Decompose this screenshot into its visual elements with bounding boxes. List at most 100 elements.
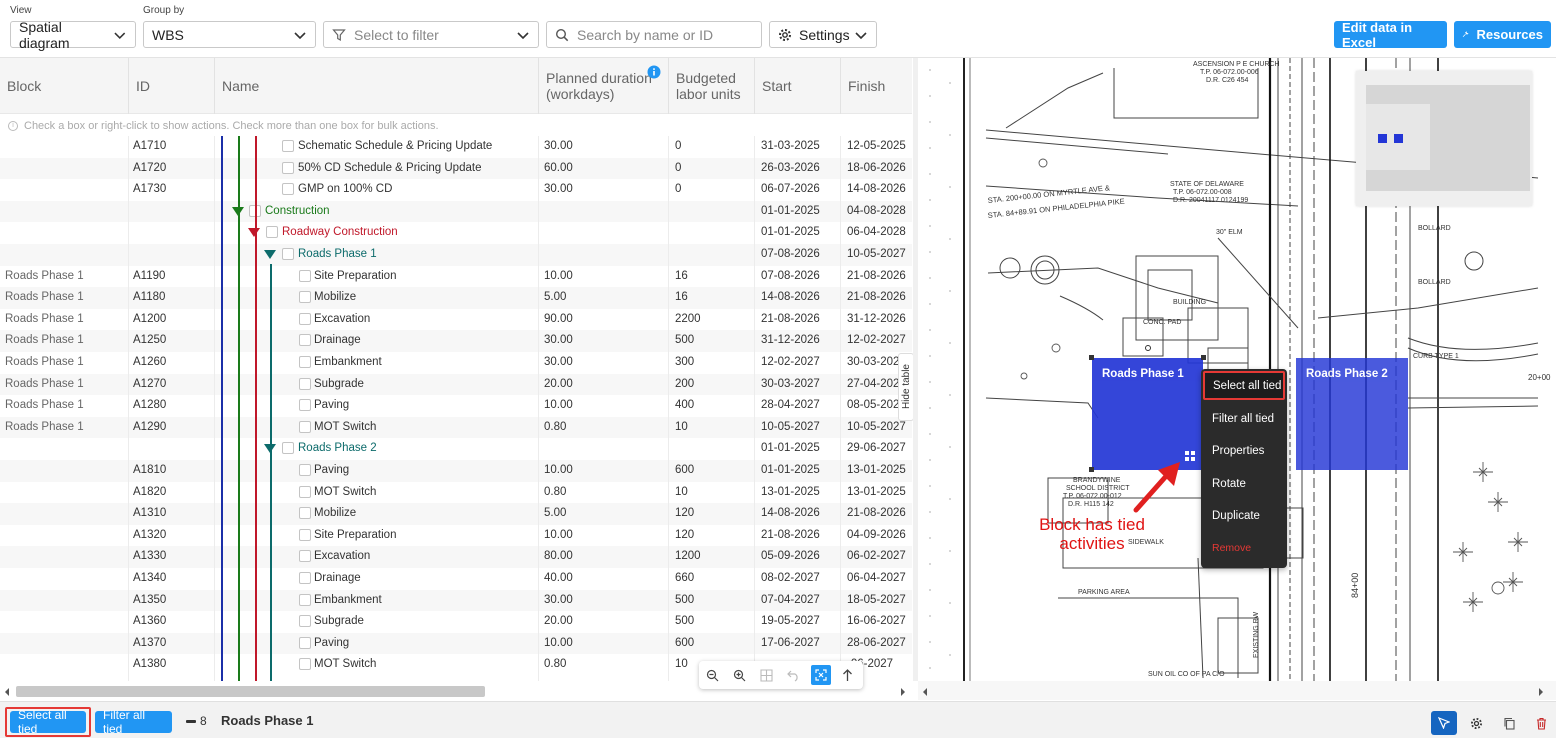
row-checkbox[interactable] [299,572,311,584]
row-checkbox[interactable] [282,183,294,196]
row-checkbox[interactable] [266,226,278,239]
grid-toggle-button[interactable] [753,661,780,689]
row-checkbox[interactable] [299,485,311,498]
row-checkbox[interactable] [299,291,311,304]
table-row[interactable]: A1710 Schematic Schedule & Pricing Update… [0,136,912,158]
scroll-left-icon[interactable] [3,687,11,697]
column-divider[interactable] [668,58,669,114]
table-row[interactable]: Roadway Construction 01-01-2025 06-04-2028 [0,222,912,244]
row-checkbox[interactable] [299,377,311,390]
table-row[interactable]: A1730 GMP on 100% CD 30.00 0 06-07-2026 14-08… [0,179,912,201]
table-row[interactable]: A1370 Paving 10.00 600 17-06-2027 28-06-2027 [0,632,912,655]
column-header-planned-duration[interactable]: Planned duration (workdays) [546,70,652,102]
expand-collapse-icon[interactable] [248,228,260,238]
scroll-left-icon[interactable] [921,687,929,697]
column-divider[interactable] [214,58,215,114]
filter-select[interactable]: Select to filter [323,21,539,48]
table-row[interactable]: Roads Phase 1 A1290 MOT Switch 0.80 10 10-05-… [0,416,912,439]
row-checkbox[interactable] [282,248,294,260]
canvas-horizontal-scrollbar[interactable] [918,681,1556,700]
column-header-finish[interactable]: Finish [848,78,885,94]
row-checkbox[interactable] [299,356,311,368]
menu-item-duplicate[interactable]: Duplicate [1212,510,1260,522]
row-checkbox[interactable] [282,442,294,455]
undo-button[interactable] [780,661,807,689]
minimap[interactable] [1356,71,1532,206]
row-checkbox[interactable] [299,528,311,541]
table-row[interactable]: A1310 Mobilize 5.00 120 14-08-2026 21-08-2026 [0,503,912,525]
row-checkbox[interactable] [299,269,311,282]
column-divider[interactable] [840,58,841,114]
column-header-start[interactable]: Start [762,78,792,94]
table-row[interactable]: A1330 Excavation 80.00 1200 05-09-2026 06-02-… [0,546,912,568]
zoom-out-button[interactable] [699,661,726,689]
row-checkbox[interactable] [299,312,311,325]
table-row[interactable]: Roads Phase 1 A1190 Site Preparation 10.00 1… [0,266,912,288]
settings-dropdown[interactable]: Settings [769,21,877,48]
resize-handle[interactable] [1089,355,1094,360]
table-row[interactable]: A1340 Drainage 40.00 660 08-02-2027 06-04-202… [0,568,912,590]
move-up-button[interactable] [834,661,861,689]
menu-item-rotate[interactable]: Rotate [1212,478,1246,490]
column-header-name[interactable]: Name [222,78,259,94]
edit-data-in-excel-button[interactable]: Edit data in Excel [1334,20,1447,50]
table-row[interactable]: Construction 01-01-2025 04-08-2028 [0,200,912,223]
resources-button[interactable]: Resources [1454,21,1551,48]
row-checkbox[interactable] [299,420,311,433]
row-checkbox[interactable] [282,140,294,152]
row-checkbox[interactable] [299,615,311,628]
group-by-select[interactable]: WBS [143,21,316,48]
column-divider[interactable] [128,58,129,114]
row-checkbox[interactable] [282,161,294,174]
table-row[interactable]: A1320 Site Preparation 10.00 120 21-08-2026 0… [0,525,912,547]
table-row[interactable]: Roads Phase 2 01-01-2025 29-06-2027 [0,438,912,460]
table-row[interactable]: Roads Phase 1 A1250 Drainage 30.00 500 31-12-… [0,330,912,352]
table-row[interactable]: Roads Phase 1 A1180 Mobilize 5.00 16 14-08-20… [0,287,912,309]
fit-to-screen-button[interactable] [807,661,834,689]
table-row[interactable]: Roads Phase 1 A1200 Excavation 90.00 2200 21-… [0,309,912,331]
search-input[interactable]: Search by name or ID [546,21,762,48]
column-header-id[interactable]: ID [136,78,150,94]
resize-handle[interactable] [1201,355,1206,360]
scroll-right-icon[interactable] [899,687,907,697]
rotate-handle[interactable] [1145,345,1151,351]
menu-item-properties[interactable]: Properties [1212,445,1264,457]
table-row[interactable]: A1360 Subgrade 20.00 500 19-05-2027 16-06-202… [0,611,912,633]
table-row[interactable]: A1810 Paving 10.00 600 01-01-2025 13-01-2025 [0,460,912,482]
expand-collapse-icon[interactable] [264,250,276,259]
scrollbar-thumb[interactable] [16,686,485,697]
menu-item-remove[interactable]: Remove [1212,542,1251,554]
row-checkbox[interactable] [299,636,311,649]
row-checkbox[interactable] [299,550,311,563]
row-checkbox[interactable] [299,464,311,476]
table-row[interactable]: Roads Phase 1 A1270 Subgrade 20.00 200 30-03-… [0,373,912,396]
menu-item-filter-all-tied[interactable]: Filter all tied [1212,413,1274,425]
footer-select-all-tied-button[interactable]: Select all tied [10,708,86,736]
column-divider[interactable] [754,58,755,114]
table-row[interactable]: Roads Phase 1 07-08-2026 10-05-2027 [0,244,912,266]
row-checkbox[interactable] [299,593,311,606]
column-header-block[interactable]: Block [7,78,41,94]
table-row[interactable]: A1720 50% CD Schedule & Pricing Update 60.… [0,157,912,180]
row-checkbox[interactable] [299,507,311,520]
table-row[interactable]: A1350 Embankment 30.00 500 07-04-2027 18-05-2… [0,589,912,612]
view-select[interactable]: Spatial diagram [10,19,136,51]
row-checkbox[interactable] [299,658,311,671]
row-checkbox[interactable] [299,334,311,347]
select-mode-button[interactable] [1431,711,1457,735]
block-roads-phase-2[interactable]: Roads Phase 2 [1296,358,1408,470]
table-row[interactable]: Roads Phase 1 A1280 Paving 10.00 400 28-04-20… [0,395,912,417]
table-row[interactable]: Roads Phase 1 A1260 Embankment 30.00 300 12-0… [0,352,912,374]
footer-filter-all-tied-button[interactable]: Filter all tied [95,708,172,736]
info-icon[interactable] [647,65,661,79]
resize-handle[interactable] [1089,467,1094,472]
scroll-right-icon[interactable] [1537,687,1545,697]
duplicate-button[interactable] [1496,711,1522,735]
menu-item-select-all-tied[interactable]: Select all tied [1203,371,1285,400]
delete-button[interactable] [1528,711,1554,735]
zoom-in-button[interactable] [726,661,753,689]
hide-table-tab[interactable]: Hide table [898,353,914,421]
table-row[interactable]: A1820 MOT Switch 0.80 10 13-01-2025 13-01-202… [0,482,912,504]
block-settings-button[interactable] [1463,711,1489,735]
row-checkbox[interactable] [299,399,311,412]
